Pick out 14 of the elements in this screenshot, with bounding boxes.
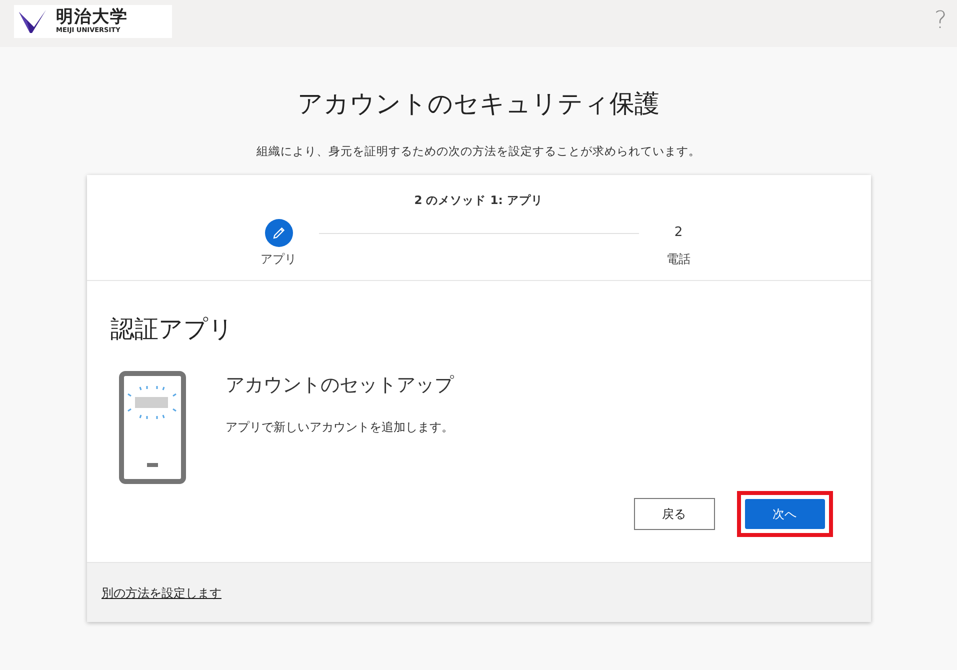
step-label: アプリ xyxy=(260,251,296,268)
other-method-link[interactable]: 別の方法を設定します xyxy=(102,586,222,600)
step-number: 2 xyxy=(674,224,683,242)
progress-text: 2 のメソッド 1: アプリ xyxy=(413,192,544,209)
section-heading: 認証アプリ xyxy=(110,314,234,345)
setup-title: アカウントのセットアップ xyxy=(226,373,454,398)
step-label: 電話 xyxy=(666,251,690,268)
phone-icon xyxy=(118,371,186,484)
back-button[interactable]: 戻る xyxy=(634,498,714,530)
logo-name: 明治大学 xyxy=(56,9,128,26)
next-button[interactable]: 次へ xyxy=(744,499,824,529)
page-subtitle: 組織により、身元を証明するための次の方法を設定することが求められています。 xyxy=(256,142,702,160)
page-title: アカウントのセキュリティ保護 xyxy=(296,88,660,120)
setup-description: アプリで新しいアカウントを追加します。 xyxy=(226,418,454,436)
